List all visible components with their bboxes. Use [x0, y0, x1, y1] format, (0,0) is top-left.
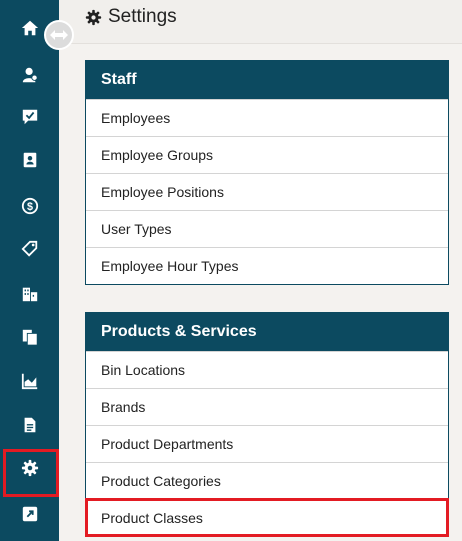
page-header: Settings [59, 0, 462, 44]
sidebar-item-documents[interactable] [0, 318, 59, 355]
sidebar-item-reports[interactable] [0, 362, 59, 399]
sidebar-item-pages[interactable] [0, 406, 59, 443]
sidebar-item-external[interactable] [0, 495, 59, 532]
settings-link-product-classes[interactable]: Product Classes [85, 498, 449, 537]
sidebar-item-customers[interactable] [0, 56, 59, 93]
gear-icon [21, 459, 38, 476]
area-chart-icon [21, 373, 37, 389]
file-text-icon [24, 417, 35, 432]
settings-link-brands[interactable]: Brands [86, 388, 448, 425]
card-title: Products & Services [86, 313, 448, 351]
settings-link-user-types[interactable]: User Types [86, 210, 448, 247]
settings-link-product-departments[interactable]: Product Departments [86, 425, 448, 462]
gear-icon [85, 9, 102, 25]
page-title: Settings [85, 6, 177, 28]
sidebar-item-contacts[interactable] [0, 141, 59, 178]
sidebar-collapse-toggle[interactable] [44, 20, 74, 50]
card-title: Staff [86, 61, 448, 99]
main-content: Settings Staff Employees Employee Groups… [59, 0, 462, 541]
staff-card: Staff Employees Employee Groups Employee… [85, 60, 449, 285]
sidebar-item-locations[interactable] [0, 275, 59, 312]
double-arrow-icon [50, 30, 68, 40]
sidebar-item-finance[interactable]: $ [0, 187, 59, 224]
settings-link-employee-groups[interactable]: Employee Groups [86, 136, 448, 173]
buildings-icon [22, 287, 37, 301]
page-title-text: Settings [108, 6, 177, 27]
tags-icon [21, 240, 37, 257]
sidebar: $ [0, 0, 59, 541]
sidebar-item-tasks[interactable] [0, 98, 59, 135]
customer-icon [22, 67, 38, 82]
external-link-icon [22, 506, 37, 521]
dollar-icon: $ [21, 197, 38, 214]
svg-text:$: $ [27, 201, 33, 213]
documents-icon [22, 329, 38, 346]
home-icon [21, 20, 38, 35]
products-services-card: Products & Services Bin Locations Brands… [85, 312, 449, 537]
settings-link-employee-hour-types[interactable]: Employee Hour Types [86, 247, 448, 284]
checklist-icon [22, 109, 37, 124]
settings-link-employees[interactable]: Employees [86, 99, 448, 136]
settings-link-bin-locations[interactable]: Bin Locations [86, 351, 448, 388]
settings-link-product-categories[interactable]: Product Categories [86, 462, 448, 499]
settings-link-employee-positions[interactable]: Employee Positions [86, 173, 448, 210]
contact-card-icon [23, 152, 36, 167]
sidebar-item-settings[interactable] [0, 449, 59, 497]
sidebar-item-pricing[interactable] [0, 230, 59, 267]
